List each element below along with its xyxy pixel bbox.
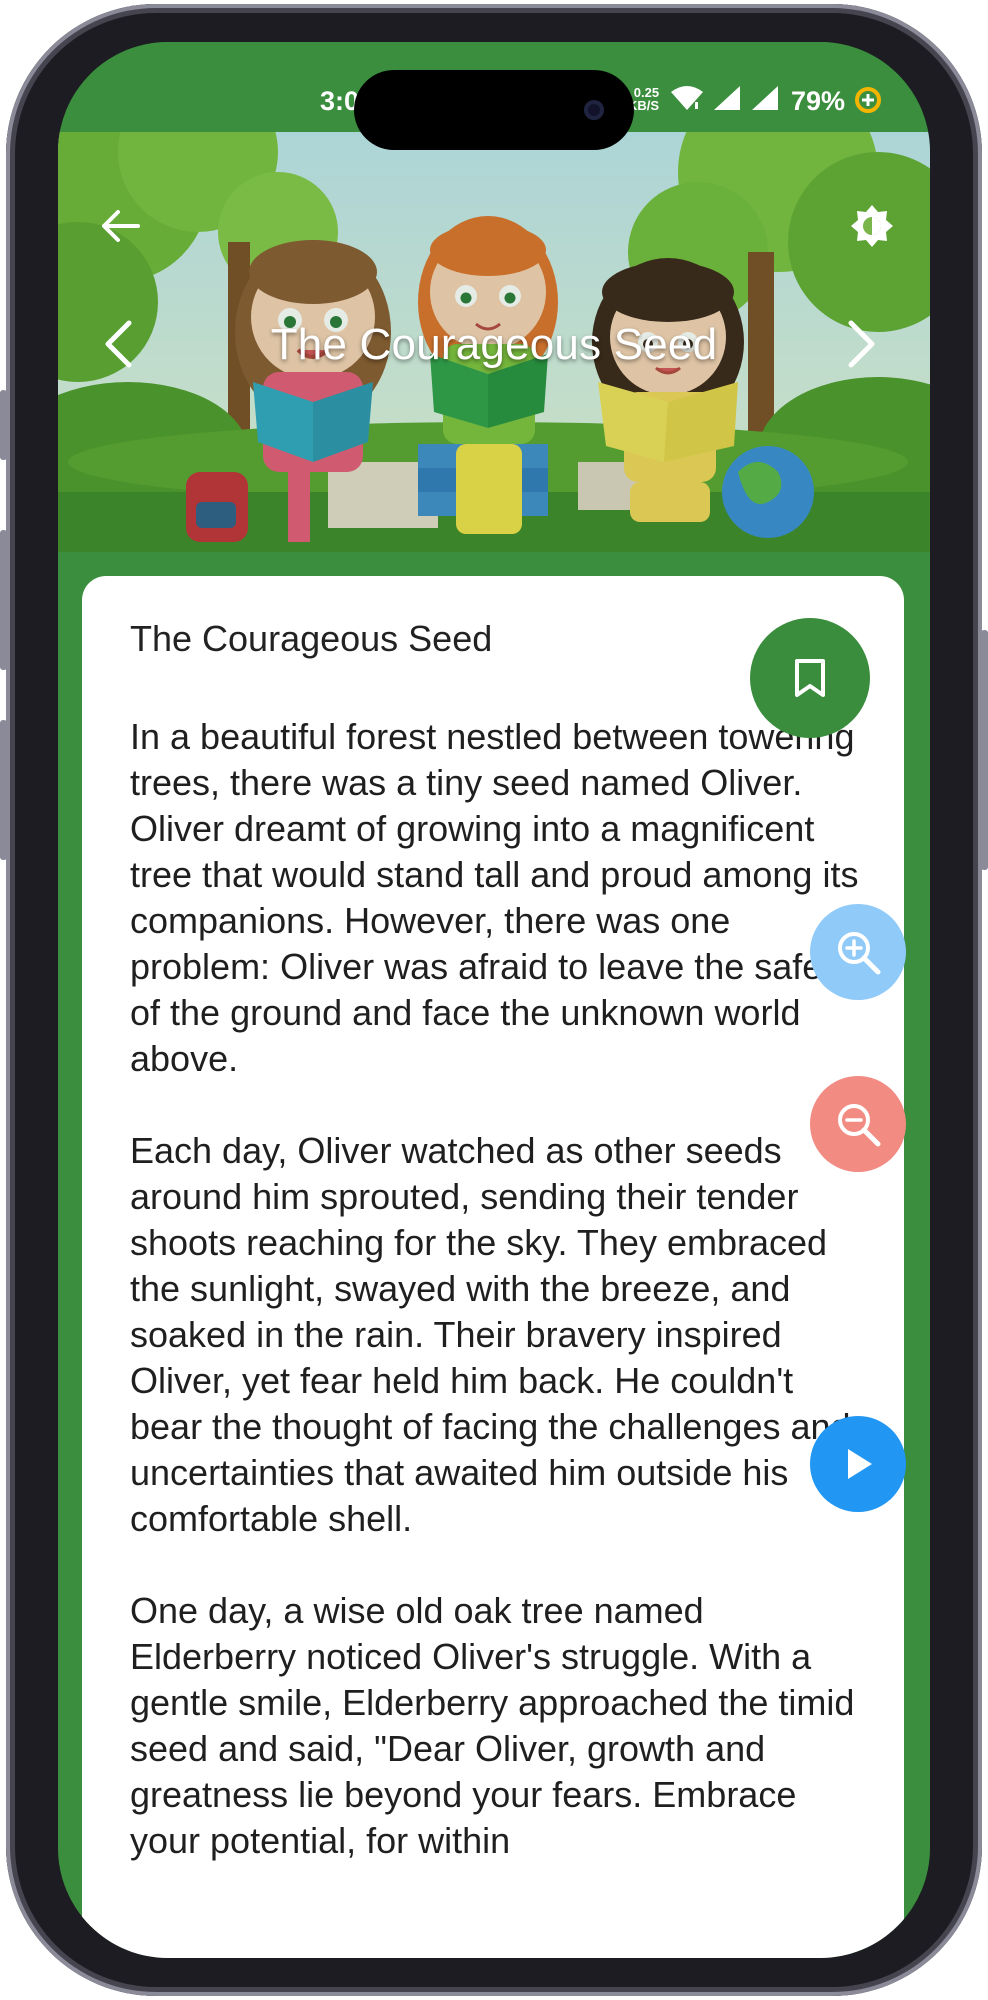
screen: 3:0 0.25 KB/S 79% The Courageous Seed Th… — [58, 42, 930, 1958]
volume-down-button — [0, 720, 7, 860]
bookmark-button[interactable] — [750, 618, 870, 738]
zoom-out-icon — [838, 1104, 881, 1147]
zoom-out-button[interactable] — [810, 1076, 906, 1172]
zoom-in-button[interactable] — [810, 904, 906, 1000]
battery-percent: 79% — [791, 86, 846, 116]
story-body: In a beautiful forest nestled between to… — [130, 716, 859, 1861]
play-icon — [848, 1449, 872, 1479]
back-button[interactable] — [96, 202, 144, 250]
wifi-icon — [671, 86, 703, 110]
header-title: The Courageous Seed — [270, 320, 718, 369]
battery-saver-icon — [855, 87, 881, 113]
status-icons — [670, 84, 780, 112]
signal-icon — [714, 86, 740, 110]
arrow-left-icon — [102, 210, 140, 242]
signal-icon — [752, 86, 778, 110]
brightness-icon — [851, 205, 893, 247]
story-title: The Courageous Seed — [130, 618, 493, 659]
zoom-in-icon — [838, 932, 881, 975]
story-card: The Courageous Seed In a beautiful fores… — [82, 576, 904, 1958]
dynamic-island — [354, 70, 634, 150]
mute-switch — [0, 390, 7, 460]
play-audio-button[interactable] — [810, 1416, 906, 1512]
volume-up-button — [0, 530, 7, 670]
theme-toggle-button[interactable] — [848, 202, 896, 250]
bookmark-icon — [795, 659, 825, 697]
front-camera — [584, 100, 604, 120]
power-button — [981, 630, 988, 870]
header-banner: The Courageous Seed — [58, 132, 930, 552]
